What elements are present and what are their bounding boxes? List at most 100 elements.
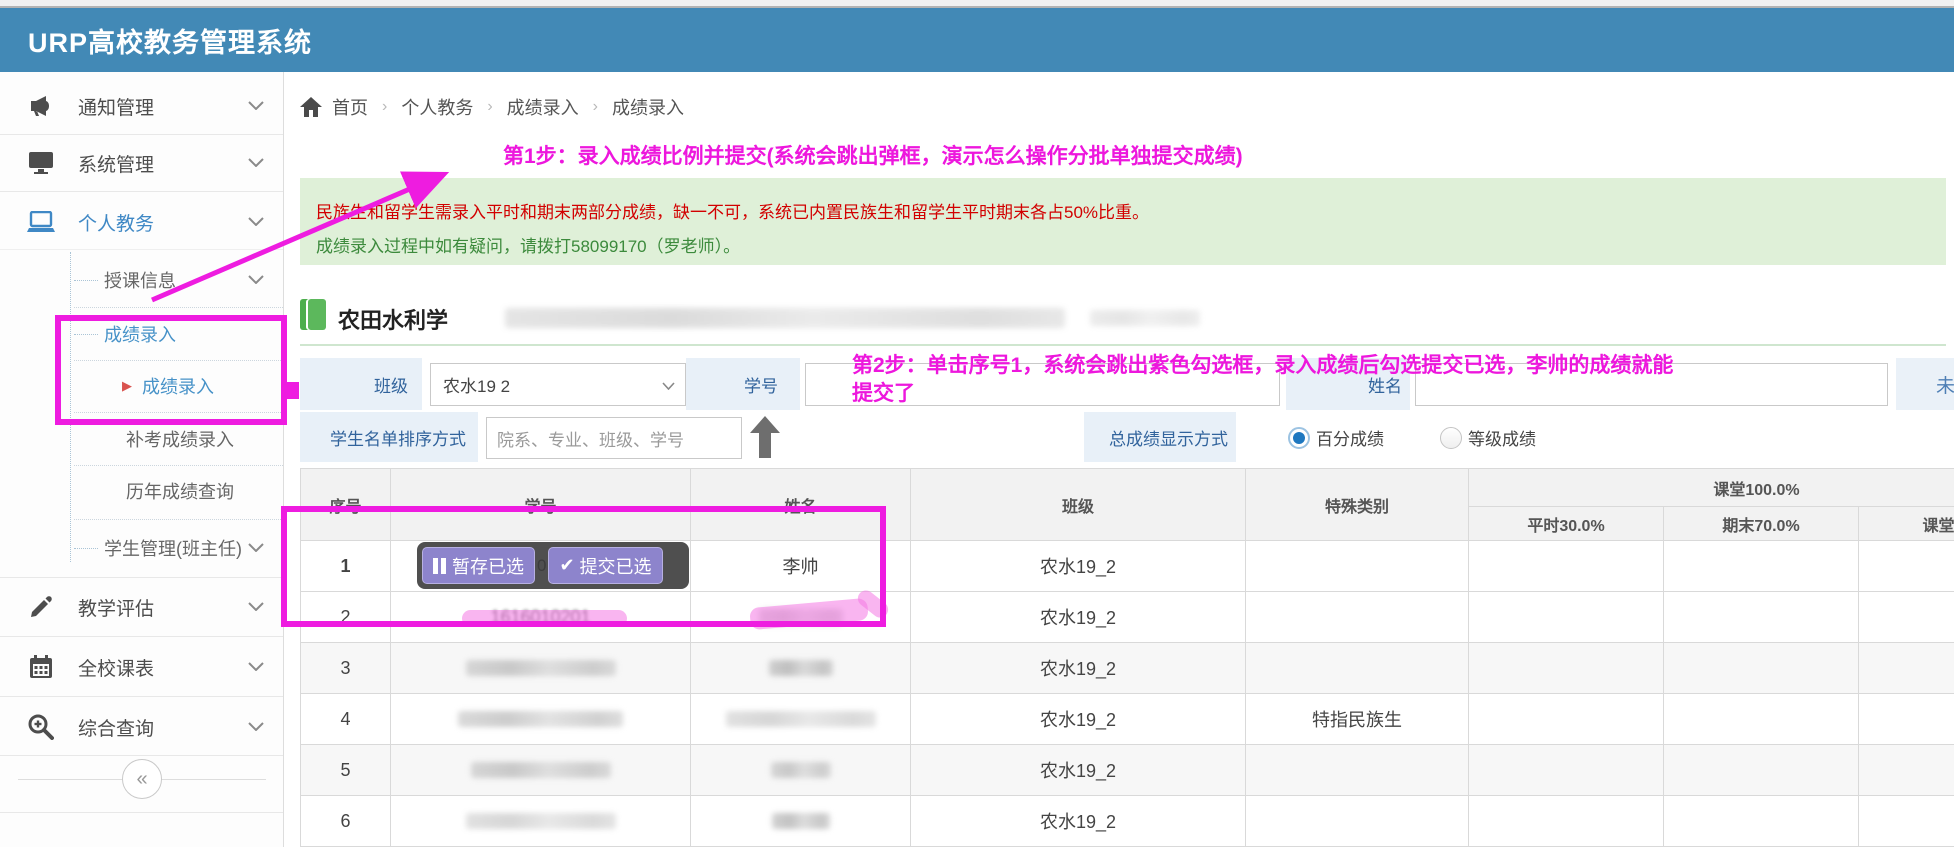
sidebar-item-student-mgmt[interactable]: 学生管理(班主任) [0, 535, 283, 561]
col-header-final[interactable]: 期末70.0% [1664, 507, 1859, 541]
col-header-class[interactable]: 班级 [911, 469, 1246, 541]
sidebar-item-label: 系统管理 [78, 150, 154, 177]
sidebar-item-grade-entry-leaf[interactable]: ▶ 成绩录入 [0, 373, 283, 399]
sidebar-item-evaluation[interactable]: 教学评估 [0, 579, 283, 635]
seq-cell[interactable]: 5 [301, 745, 391, 796]
sidebar-collapse-button[interactable]: « [122, 759, 162, 799]
final-score-cell[interactable] [1664, 541, 1859, 592]
radio-unselected-icon [1440, 427, 1462, 449]
col-header-course-score[interactable]: 课堂成绩 [1859, 507, 1954, 541]
breadcrumb-home[interactable]: 首页 [332, 94, 368, 120]
sidebar-item-grade-entry[interactable]: 成绩录入 [0, 321, 283, 347]
final-score-cell[interactable] [1664, 592, 1859, 643]
regular-score-cell[interactable] [1469, 694, 1664, 745]
redacted-course-info [1090, 310, 1200, 326]
sidebar-item-label: 综合查询 [78, 714, 154, 741]
special-cell [1246, 796, 1469, 847]
app-header: URP高校教务管理系统 [0, 8, 1954, 72]
class-cell: 农水19_2 [911, 592, 1246, 643]
sort-mode-input[interactable]: 院系、专业、班级、学号 [486, 417, 742, 459]
name-cell [691, 643, 911, 694]
sidebar-item-makeup-entry[interactable]: 补考成绩录入 [0, 426, 283, 452]
sort-up-arrow-icon[interactable] [750, 416, 780, 463]
triangle-right-icon: ▶ [122, 378, 132, 394]
seq-cell[interactable]: 3 [301, 643, 391, 694]
divider [0, 191, 283, 192]
student-id-cell [391, 796, 691, 847]
sidebar-item-personal-edu[interactable]: 个人教务 [0, 194, 283, 250]
divider [0, 755, 283, 756]
col-header-student-id[interactable]: 学号 [391, 469, 691, 541]
chevron-down-icon [248, 658, 264, 676]
class-select-value: 农水19 2 [443, 372, 510, 397]
pink-marker-smear [462, 610, 627, 627]
table-row[interactable]: 5 农水19_2 [301, 745, 1954, 796]
regular-score-cell[interactable] [1469, 796, 1664, 847]
obscured-digit: 0 [535, 556, 548, 576]
notice-panel: 民族生和留学生需录入平时和期末两部分成绩，缺一不可，系统已内置民族生和留学生平时… [300, 178, 1946, 265]
course-title: 农田水利学 [338, 303, 448, 335]
col-header-name[interactable]: 姓名 [691, 469, 911, 541]
sidebar-item-system-mgmt[interactable]: 系统管理 [0, 135, 283, 191]
class-cell: 农水19_2 [911, 643, 1246, 694]
table-row[interactable]: 4 农水19_2 特指民族生 [301, 694, 1954, 745]
divider [0, 696, 283, 697]
seq-cell[interactable]: 4 [301, 694, 391, 745]
final-score-cell[interactable] [1664, 796, 1859, 847]
breadcrumb-separator: › [487, 98, 492, 116]
class-cell: 农水19_2 [911, 745, 1246, 796]
sidebar-item-timetable[interactable]: 全校课表 [0, 639, 283, 695]
table-row[interactable]: 6 农水19_2 [301, 796, 1954, 847]
regular-score-cell[interactable] [1469, 643, 1664, 694]
breadcrumb-level2[interactable]: 成绩录入 [507, 94, 579, 120]
chevron-down-icon [662, 375, 675, 395]
col-header-seq[interactable]: 序号 [301, 469, 391, 541]
home-icon[interactable] [300, 97, 322, 117]
divider [0, 636, 283, 637]
course-score-cell [1859, 643, 1954, 694]
breadcrumb-separator: › [593, 98, 598, 116]
divider [74, 519, 283, 520]
hold-selected-button[interactable]: 暂存已选 [422, 547, 535, 584]
seq-cell[interactable]: 2 [301, 592, 391, 643]
sidebar-item-teaching-info[interactable]: 授课信息 [0, 267, 283, 293]
class-select[interactable]: 农水19 2 [430, 363, 686, 406]
sidebar-item-label: 个人教务 [78, 209, 154, 236]
col-header-regular[interactable]: 平时30.0% [1469, 507, 1664, 541]
class-cell: 农水19_2 [911, 694, 1246, 745]
seq-cell[interactable]: 1 [301, 541, 391, 592]
regular-score-cell[interactable] [1469, 541, 1664, 592]
breadcrumb-separator: › [382, 98, 387, 116]
sidebar-item-history-query[interactable]: 历年成绩查询 [0, 478, 283, 504]
radio-selected-icon [1288, 427, 1310, 449]
final-score-cell[interactable] [1664, 694, 1859, 745]
final-score-cell[interactable] [1664, 745, 1859, 796]
table-row[interactable]: 3 农水19_2 [301, 643, 1954, 694]
radio-percent-score[interactable]: 百分成绩 [1288, 425, 1384, 450]
course-score-cell [1859, 745, 1954, 796]
name-cell [691, 694, 911, 745]
regular-score-cell[interactable] [1469, 745, 1664, 796]
sidebar-item-query[interactable]: 综合查询 [0, 699, 283, 755]
sidebar-item-label: 补考成绩录入 [126, 426, 234, 452]
breadcrumb-level3[interactable]: 成绩录入 [612, 94, 684, 120]
radio-grade-score[interactable]: 等级成绩 [1440, 425, 1536, 450]
submit-selected-label: 提交已选 [580, 553, 652, 579]
col-header-special[interactable]: 特殊类别 [1246, 469, 1469, 541]
special-cell [1246, 541, 1469, 592]
final-score-cell[interactable] [1664, 643, 1859, 694]
submit-selected-button[interactable]: ✔ 提交已选 [548, 547, 662, 584]
tree-stub [74, 334, 98, 335]
regular-score-cell[interactable] [1469, 592, 1664, 643]
seq-cell[interactable]: 6 [301, 796, 391, 847]
laptop-icon [26, 207, 56, 237]
sidebar-item-notice-mgmt[interactable]: 通知管理 [0, 78, 283, 134]
special-cell: 特指民族生 [1246, 694, 1469, 745]
col-header-course-group: 课堂100.0% [1469, 469, 1954, 507]
chevron-down-icon [248, 271, 264, 289]
sort-mode-value: 院系、专业、班级、学号 [497, 426, 684, 451]
breadcrumb-level1[interactable]: 个人教务 [401, 94, 473, 120]
divider [300, 344, 1946, 346]
sidebar-item-label: 成绩录入 [104, 321, 176, 347]
check-icon: ✔ [559, 555, 574, 576]
